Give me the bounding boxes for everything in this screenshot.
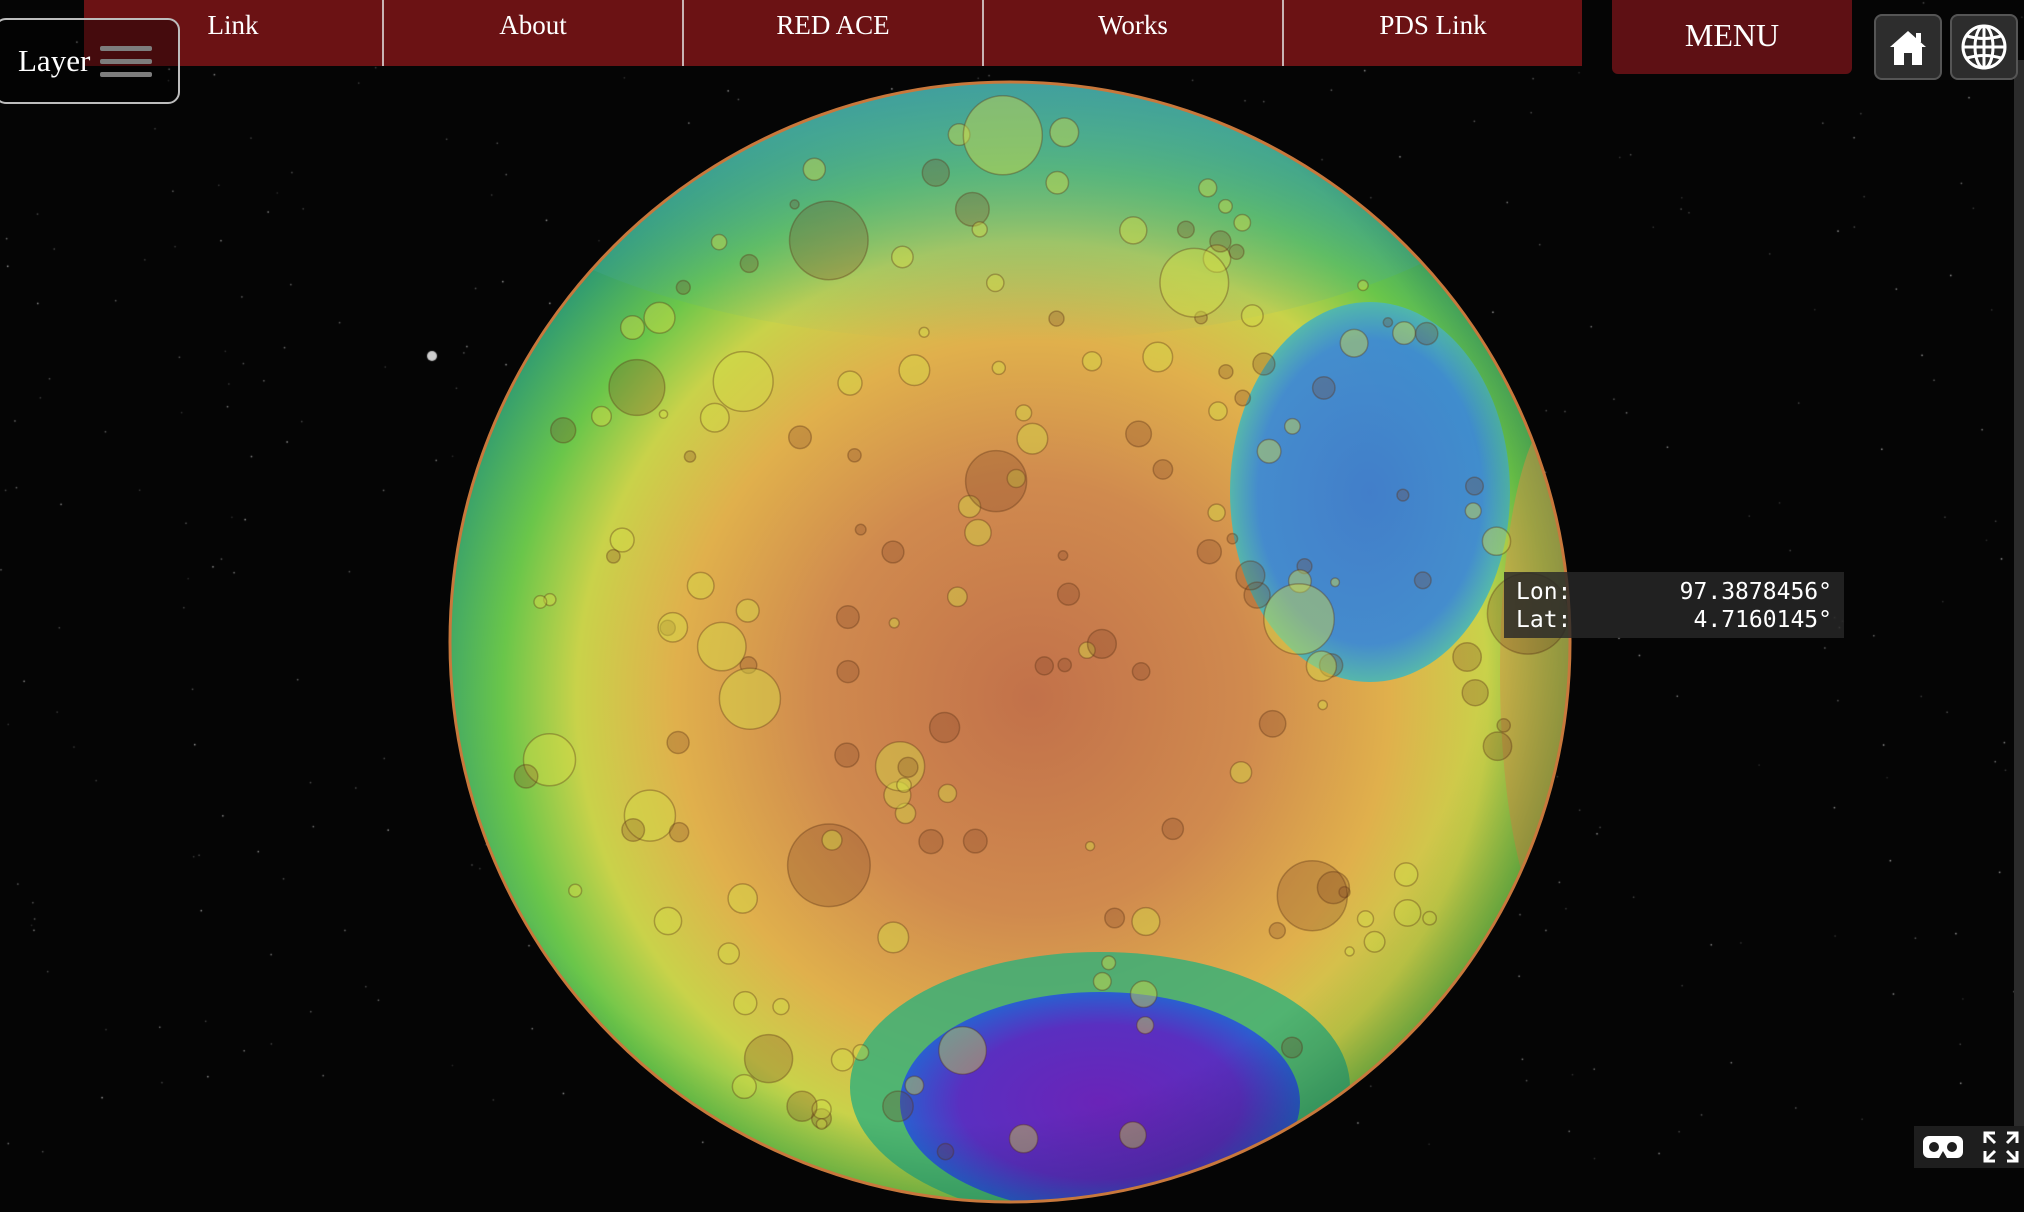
lon-label: Lon: xyxy=(1516,579,1572,605)
lon-value: 97.3878456° xyxy=(1679,579,1832,605)
vr-button[interactable] xyxy=(1914,1126,1972,1168)
top-nav: Link About RED ACE Works PDS Link xyxy=(84,0,1582,66)
lat-value: 4.7160145° xyxy=(1693,607,1832,633)
globe-icon xyxy=(1961,24,2007,70)
home-icon xyxy=(1890,31,1926,65)
fullscreen-icon xyxy=(1983,1131,2019,1163)
home-button[interactable] xyxy=(1874,14,1942,80)
hamburger-icon xyxy=(100,38,153,85)
layer-button[interactable]: Layer xyxy=(0,18,180,104)
nav-item-pds-link[interactable]: PDS Link xyxy=(1284,0,1582,66)
limb-shading xyxy=(450,82,1570,1202)
mars-globe[interactable] xyxy=(440,72,1580,1212)
menu-button[interactable]: MENU xyxy=(1612,0,1852,74)
right-edge-bar xyxy=(2014,60,2024,1168)
nav-item-about[interactable]: About xyxy=(384,0,684,66)
fullscreen-button[interactable] xyxy=(1972,1126,2024,1168)
lat-label: Lat: xyxy=(1516,607,1572,633)
nav-item-works[interactable]: Works xyxy=(984,0,1284,66)
coordinate-readout: Lon: 97.3878456° Lat: 4.7160145° xyxy=(1504,572,1844,638)
layer-label: Layer xyxy=(18,43,91,78)
nav-item-red-ace[interactable]: RED ACE xyxy=(684,0,984,66)
globe-view-button[interactable] xyxy=(1950,14,2018,80)
vr-headset-icon xyxy=(1923,1136,1963,1158)
